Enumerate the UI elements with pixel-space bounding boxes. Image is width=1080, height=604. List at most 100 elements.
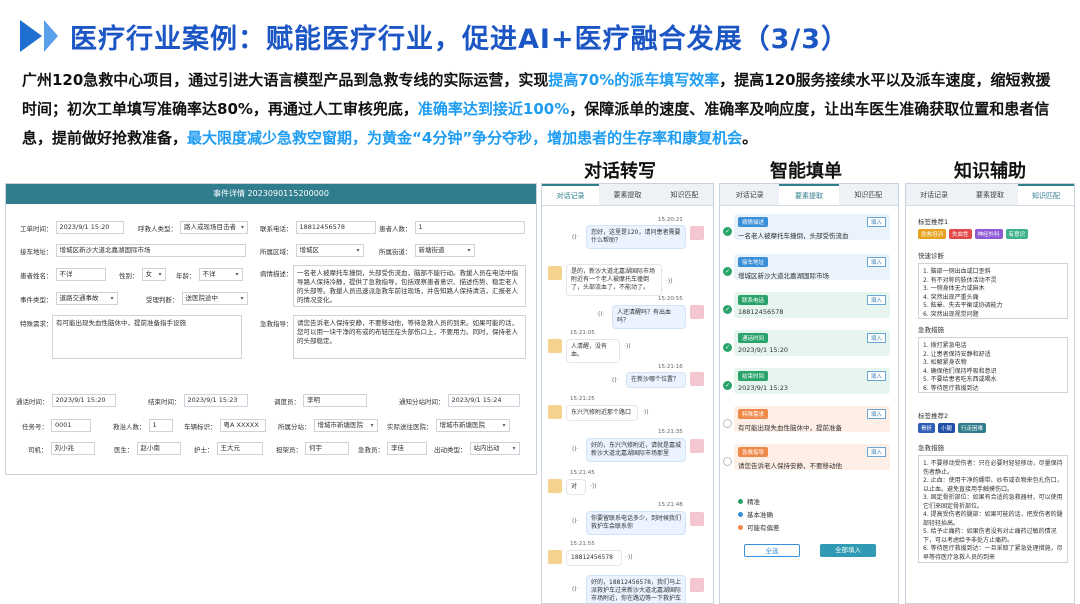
end-time-field[interactable]: 2023/9/1 15:23	[183, 394, 248, 407]
insert-button[interactable]: 填入	[866, 447, 886, 457]
patients-field[interactable]: 1	[414, 221, 525, 234]
tag[interactable]: 有意识	[1005, 229, 1029, 239]
tab-knowledge[interactable]: 知识匹配	[839, 184, 898, 205]
label: 特殊需求：	[20, 320, 53, 328]
tag[interactable]: 行走困难	[958, 423, 987, 433]
tab-knowledge[interactable]: 知识匹配	[1018, 184, 1074, 205]
tab-extract[interactable]: 要素提取	[962, 184, 1018, 205]
call-time-field[interactable]: 2023/9/1 15:20	[51, 394, 116, 407]
insert-button[interactable]: 填入	[866, 295, 886, 305]
tag[interactable]: 骨折	[918, 423, 936, 433]
event-type-select[interactable]: 道路交通事故	[55, 292, 118, 305]
dispatcher-field[interactable]: 李明	[303, 394, 367, 407]
check-icon[interactable]: ✓	[723, 227, 732, 236]
insert-button[interactable]: 填入	[866, 371, 886, 381]
audio-icon[interactable]: ·))	[642, 409, 649, 416]
legend-item: 精准	[738, 496, 760, 506]
label: 救治人数：	[113, 422, 146, 431]
notify-station-time-field[interactable]: 2023/9/1 15:24	[447, 394, 520, 407]
list-item: 4. 提高受伤者的腿部：如果可能的话，把受伤者的腿部轻轻抬高。	[923, 511, 1063, 527]
rescue-count-field[interactable]: 1	[148, 419, 173, 432]
patient-name-field[interactable]: 不详	[55, 268, 106, 281]
doctor-avatar	[690, 226, 704, 240]
list-item: 1. 拨打紧急电话	[923, 342, 967, 349]
stretcher-field[interactable]: 何宇	[305, 442, 349, 455]
special-needs-textarea[interactable]: 有可能出现失血性脑休中，提前准备指手设施	[52, 315, 242, 359]
timestamp: 15:21:05	[570, 330, 595, 336]
tab-bar: 对话记录 要素提取 知识匹配	[906, 184, 1074, 206]
field-value: 请您告诉老人保持安静，不要移动他	[738, 462, 842, 470]
audio-icon[interactable]: ((·	[572, 586, 579, 593]
attendant-field[interactable]: 李佳	[387, 442, 427, 455]
tag[interactable]: 失血性	[949, 229, 972, 239]
dispatch-type-select[interactable]: 站内出动	[469, 442, 520, 455]
hospital-select[interactable]: 增城市新塘医院	[435, 419, 510, 432]
doctor-avatar	[690, 512, 704, 526]
check-icon[interactable]: ✓	[723, 305, 732, 314]
select-all-button[interactable]: 全选	[744, 544, 800, 557]
tab-extract[interactable]: 要素提取	[779, 184, 839, 205]
check-icon[interactable]: ✓	[723, 343, 732, 352]
field-tag: 急救指导	[738, 447, 769, 457]
legend-dot	[738, 525, 743, 530]
audio-icon[interactable]: ·))	[626, 554, 633, 561]
label: 结束时间：	[148, 397, 181, 406]
tag[interactable]: 小腿	[938, 423, 956, 433]
insert-button[interactable]: 填入	[866, 217, 886, 227]
audio-icon[interactable]: ((·	[572, 518, 579, 525]
field-tag: 通话时间	[738, 333, 769, 343]
sex-select[interactable]: 女	[141, 268, 166, 281]
smart-fill-panel: 对话记录 要素提取 知识匹配 ✓ 病情描述 填入 一名老人被摩托车撞倒，头部受伤…	[719, 183, 899, 604]
task-number-field[interactable]: 0001	[51, 419, 91, 432]
area-select[interactable]: 增城区	[295, 244, 364, 257]
checkbox[interactable]	[723, 419, 732, 428]
tag[interactable]: 急救培训	[918, 229, 947, 239]
audio-icon[interactable]: ·))	[666, 278, 673, 285]
checkbox[interactable]	[723, 457, 732, 466]
street-select[interactable]: 新塘街道	[414, 244, 475, 257]
tab-knowledge[interactable]: 知识匹配	[656, 184, 713, 205]
address-field[interactable]: 增城区新沙大道北嘉湖国际市场	[55, 244, 246, 257]
tab-chat-record[interactable]: 对话记录	[906, 184, 962, 205]
fill-all-button[interactable]: 全部填入	[820, 544, 876, 557]
list-item: 2. 止血：使用干净的绷带、纱布或衣物来包扎伤口，以止血。避免直接用手触摸伤口。	[923, 477, 1063, 493]
audio-icon[interactable]: ((·	[598, 311, 605, 318]
audio-icon[interactable]: ·))	[624, 343, 631, 350]
chat-message: 人还清醒吗？有出血吗？	[612, 305, 686, 329]
tag[interactable]: 神经外科	[974, 229, 1003, 239]
check-icon[interactable]: ✓	[723, 381, 732, 390]
age-select[interactable]: 不详	[198, 268, 243, 281]
label: 急救指导：	[260, 320, 293, 328]
branch-select[interactable]: 增城市新塘医院	[313, 419, 378, 432]
insert-button[interactable]: 填入	[866, 409, 886, 419]
tab-chat-record[interactable]: 对话记录	[720, 184, 779, 205]
check-icon[interactable]: ✓	[723, 267, 732, 276]
tag-row: 急救培训 失血性 神经外科 有意识	[918, 229, 1068, 239]
phone-field[interactable]: 18812456578	[295, 221, 376, 234]
insert-button[interactable]: 填入	[866, 333, 886, 343]
measures-box: 1. 拨打紧急电话 2. 让患者保持安静和舒适 3. 松解紧身衣物 4. 确保他…	[918, 337, 1068, 393]
audio-icon[interactable]: ((·	[572, 446, 579, 453]
insert-button[interactable]: 填入	[866, 257, 886, 267]
nurse-field[interactable]: 王大元	[216, 442, 263, 455]
tab-extract[interactable]: 要素提取	[599, 184, 656, 205]
vehicle-id-field[interactable]: 粤A XXXXX	[219, 419, 266, 432]
condition-textarea[interactable]: 一名老人被摩托车撞倒，头部受伤流血，脑部不能行动。救援人员在电话中指导路人保持冷…	[293, 265, 526, 307]
work-time-field[interactable]: 2023/9/1 15:20	[55, 221, 124, 234]
doctor-field[interactable]: 赵小南	[136, 442, 181, 455]
legend-label: 精准	[747, 498, 760, 506]
audio-icon[interactable]: ((·	[612, 377, 619, 384]
field-value: 2023/9/1 15:20	[738, 346, 788, 354]
audio-icon[interactable]: ((·	[572, 234, 579, 241]
guide-textarea[interactable]: 请您告诉老人保持安静，不要移动他，等待急救人员的到来。如果可能的话，您可以用一块…	[293, 315, 526, 359]
measures-box: 1. 不要移动受伤者：只在必要时轻轻移动，尽量保持伤者静止。 2. 止血：使用干…	[918, 455, 1068, 563]
tab-bar: 对话记录 要素提取 知识匹配	[720, 184, 898, 206]
doctor-avatar	[690, 372, 704, 386]
driver-field[interactable]: 刘小兆	[50, 442, 95, 455]
caller-type-select[interactable]: 路人或现场目击者	[180, 221, 248, 234]
label: 接车地址：	[20, 247, 53, 256]
tab-chat-record[interactable]: 对话记录	[542, 184, 599, 205]
audio-icon[interactable]: ·))	[590, 483, 597, 490]
accept-select[interactable]: 送医院途中	[181, 292, 248, 305]
page-title: 医疗行业案例：赋能医疗行业，促进AI+医疗融合发展（3/3）	[70, 23, 849, 55]
